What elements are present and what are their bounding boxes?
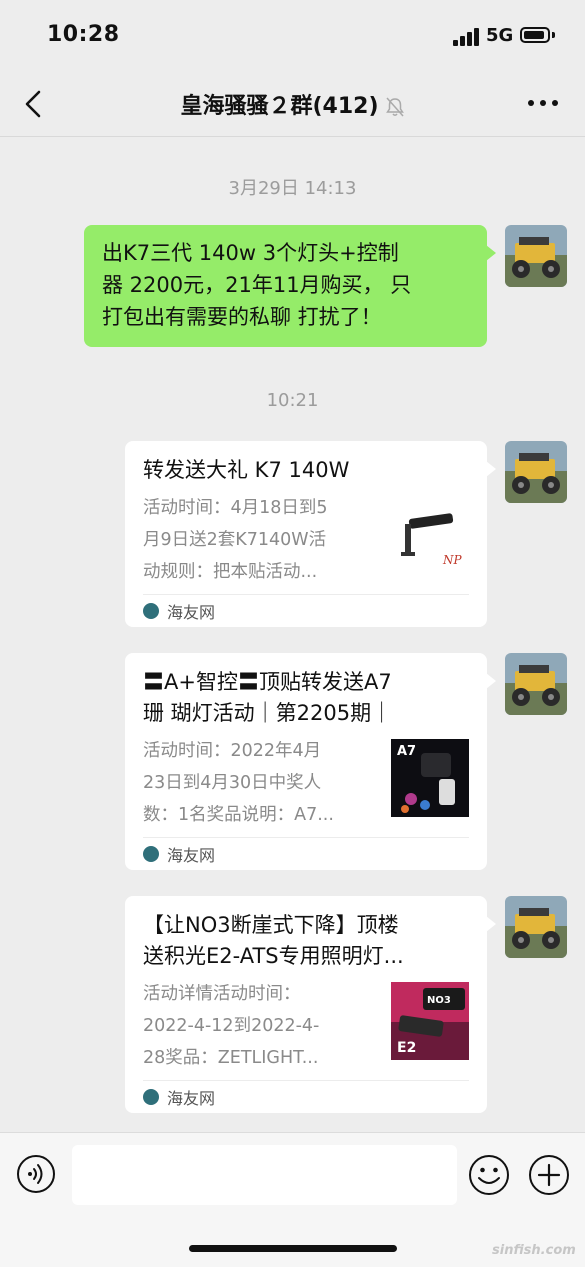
message-line: 打包出有需要的私聊 打扰了！ (102, 305, 382, 329)
card-desc-line: 23日到4月30日中奖人 (143, 773, 322, 793)
avatar-jeep-image (505, 225, 567, 287)
card-title-line: 珊 瑚灯活动｜第2205期｜ (143, 701, 393, 725)
avatar[interactable] (505, 896, 567, 958)
avatar-jeep-image (505, 896, 567, 958)
card-title-line: 〓A+智控〓顶贴转发送A7 (143, 670, 392, 694)
voice-input-icon[interactable] (16, 1154, 56, 1194)
message-timestamp: 3月29日 14:13 (228, 178, 357, 199)
card-thumbnail-e2: NO3 E2 (391, 982, 469, 1060)
card-thumbnail-a7: A7 (391, 739, 469, 817)
card-desc-line: 动规则：把本贴活动... (143, 562, 318, 582)
card-desc-line: 28奖品：ZETLIGHT... (143, 1048, 319, 1068)
link-card[interactable]: 〓A+智控〓顶贴转发送A7 珊 瑚灯活动｜第2205期｜ 活动时间：2022年4… (125, 653, 496, 870)
watermark: sinfish.com (492, 1243, 576, 1258)
thumb-model-text: A7 (397, 744, 416, 759)
emoji-icon[interactable] (468, 1154, 510, 1196)
thumb-no3-text: NO3 (427, 995, 451, 1006)
more-options-icon[interactable] (528, 100, 558, 108)
signal-strength-icon (453, 28, 479, 46)
mute-bell-icon (385, 97, 404, 117)
card-description: 活动详情活动时间： 2022-4-12到2022-4- 28奖品：ZETLIGH… (143, 978, 375, 1074)
source-logo-icon (143, 603, 159, 619)
source-logo-icon (143, 846, 159, 862)
card-body: 活动时间：2022年4月 23日到4月30日中奖人 数：1名奖品说明：A7...… (143, 735, 469, 833)
card-thumbnail-lamp: NP (391, 496, 469, 574)
message-line: 出K7三代 140w 3个灯头+控制 (102, 241, 399, 265)
battery-icon (520, 27, 550, 43)
card-footer: 海友网 (143, 594, 469, 627)
thumb-logo-text: NP (442, 553, 463, 567)
card-description: 活动时间：4月18日到5 月9日送2套K7140W活 动规则：把本贴活动... (143, 492, 375, 588)
link-card[interactable]: 【让NO3断崖式下降】顶楼 送积光E2-ATS专用照明灯... 活动详情活动时间… (125, 896, 496, 1113)
thumb-e2-text: E2 (397, 1040, 416, 1056)
source-name: 海友网 (167, 603, 216, 622)
message-line: 器 2200元，21年11月购买， 只 (102, 273, 412, 297)
card-desc-line: 活动时间：4月18日到5 (143, 498, 328, 518)
avatar-jeep-image (505, 653, 567, 715)
card-footer: 海友网 (143, 837, 469, 870)
source-logo-icon (143, 1089, 159, 1105)
card-body: 活动详情活动时间： 2022-4-12到2022-4- 28奖品：ZETLIGH… (143, 978, 469, 1076)
card-title-line: 送积光E2-ATS专用照明灯... (143, 944, 404, 968)
card-title-line: 【让NO3断崖式下降】顶楼 (143, 913, 399, 937)
chat-header: 皇海骚骚２群(412) (0, 72, 585, 137)
card-description: 活动时间：2022年4月 23日到4月30日中奖人 数：1名奖品说明：A7... (143, 735, 375, 831)
avatar-jeep-image (505, 441, 567, 503)
add-attachment-icon[interactable] (528, 1154, 570, 1196)
card-desc-line: 活动详情活动时间： (143, 984, 301, 1004)
avatar[interactable] (505, 653, 567, 715)
source-name: 海友网 (167, 1089, 216, 1108)
avatar[interactable] (505, 225, 567, 287)
card-body: 活动时间：4月18日到5 月9日送2套K7140W活 动规则：把本贴活动... … (143, 492, 469, 590)
battery-tip (552, 32, 555, 38)
card-footer: 海友网 (143, 1080, 469, 1113)
card-desc-line: 2022-4-12到2022-4- (143, 1016, 320, 1036)
chat-title-wrap: 皇海骚骚２群(412) (0, 88, 585, 120)
text-message-bubble[interactable]: 出K7三代 140w 3个灯头+控制 器 2200元，21年11月购买， 只 打… (84, 225, 496, 347)
message-timestamp: 10:21 (266, 390, 319, 411)
card-desc-line: 月9日送2套K7140W活 (143, 530, 327, 550)
status-time: 10:28 (47, 22, 120, 47)
source-name: 海友网 (167, 846, 216, 865)
card-title: 转发送大礼 K7 140W (143, 458, 350, 482)
card-title: 〓A+智控〓顶贴转发送A7 珊 瑚灯活动｜第2205期｜ (143, 667, 469, 729)
card-desc-line: 活动时间：2022年4月 (143, 741, 322, 761)
avatar[interactable] (505, 441, 567, 503)
message-text-input[interactable] (72, 1145, 457, 1205)
chat-title: 皇海骚骚２群(412) (180, 94, 379, 119)
network-type: 5G (486, 25, 514, 46)
card-title: 【让NO3断崖式下降】顶楼 送积光E2-ATS专用照明灯... (143, 910, 469, 972)
card-desc-line: 数：1名奖品说明：A7... (143, 805, 334, 825)
status-bar: 10:28 5G (0, 0, 585, 72)
home-indicator[interactable] (189, 1245, 397, 1252)
link-card[interactable]: 转发送大礼 K7 140W 活动时间：4月18日到5 月9日送2套K7140W活… (125, 441, 496, 627)
